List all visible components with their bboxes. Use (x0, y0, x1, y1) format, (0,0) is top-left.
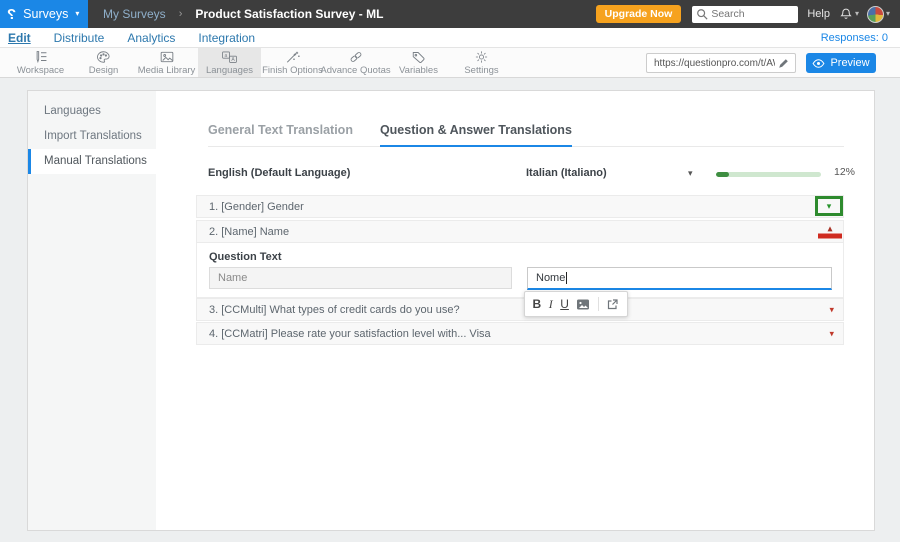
question-row-ccmatri[interactable]: 4. [CCMatri] Please rate your satisfacti… (196, 322, 844, 345)
collapse-marker[interactable]: ▴ (818, 223, 842, 238)
insert-image-button[interactable] (576, 298, 590, 311)
sidebar-item-manual-translations[interactable]: Manual Translations (28, 149, 156, 174)
text-cursor (566, 272, 568, 285)
ribbon-languages[interactable]: a A Languages (198, 48, 261, 77)
nav-edit[interactable]: Edit (8, 31, 31, 45)
notifications-menu[interactable]: ▾ (839, 7, 859, 21)
collapse-caret-icon: ▴ (827, 223, 833, 234)
translation-tabs: General Text Translation Question & Answ… (208, 123, 844, 147)
expand-caret-icon[interactable]: ▾ (829, 305, 834, 314)
target-language-select[interactable]: Italian (Italiano) (526, 167, 607, 179)
breadcrumb-my-surveys[interactable]: My Surveys (103, 7, 166, 21)
translations-card: Languages Import Translations Manual Tra… (27, 90, 875, 531)
bell-icon (840, 8, 852, 19)
toolbar-divider (597, 297, 599, 311)
advance-quotas-chain-icon (350, 51, 361, 62)
search-input[interactable] (711, 8, 795, 20)
questionpro-logo-icon: ? (7, 5, 17, 23)
bold-button[interactable]: B (533, 297, 542, 311)
source-language-label: English (Default Language) (208, 167, 351, 179)
nav-analytics[interactable]: Analytics (127, 31, 175, 45)
tab-question-answer-translations[interactable]: Question & Answer Translations (379, 123, 572, 147)
translation-progress-fill (716, 172, 729, 177)
search-icon (697, 9, 708, 20)
translation-text-value: Nome (536, 272, 566, 284)
insert-link-button[interactable] (606, 298, 619, 311)
questionpro-app: ? Surveys ▾ My Surveys › Product Satisfa… (0, 0, 900, 542)
question-row-label: 1. [Gender] Gender (209, 200, 304, 213)
page-title: Product Satisfaction Survey - ML (195, 7, 384, 21)
product-switcher-label: Surveys (23, 7, 69, 21)
expand-caret-icon[interactable]: ▾ (829, 329, 834, 338)
question-editor-panel: Question Text Name Nome (196, 243, 844, 298)
image-icon (577, 299, 590, 309)
account-menu[interactable]: ▾ (866, 5, 890, 23)
edit-url-pencil-icon[interactable] (778, 58, 795, 69)
variables-tag-icon (412, 51, 425, 63)
annotation-highlight-box: ▾ (815, 196, 843, 216)
question-row-label: 4. [CCMatri] Please rate your satisfacti… (209, 327, 491, 340)
chevron-down-icon: ▾ (854, 9, 859, 18)
ribbon-design[interactable]: Design (72, 48, 135, 77)
upgrade-now-button[interactable]: Upgrade Now (595, 5, 682, 23)
ribbon-finish-options[interactable]: Finish Options (261, 48, 324, 77)
sidebar-item-languages[interactable]: Languages (28, 99, 156, 124)
format-toolbar: B I U (524, 291, 628, 317)
eye-icon (812, 58, 825, 68)
translation-text-field[interactable]: Nome (527, 267, 832, 290)
workspace-icon (36, 50, 46, 63)
nav-distribute[interactable]: Distribute (54, 31, 105, 45)
expand-caret-icon[interactable]: ▾ (827, 201, 832, 211)
nav-integration[interactable]: Integration (198, 31, 255, 45)
product-switcher[interactable]: ? Surveys ▾ (0, 0, 88, 28)
question-row-label: 3. [CCMulti] What types of credit cards … (209, 303, 460, 316)
question-text-label: Question Text (209, 251, 282, 263)
design-palette-icon (97, 50, 110, 63)
source-text-field: Name (209, 267, 512, 289)
language-row: English (Default Language) Italian (Ital… (208, 163, 855, 185)
sidebar-item-import-translations[interactable]: Import Translations (28, 124, 156, 149)
translation-progress-bar (716, 172, 821, 177)
ribbon-media-library[interactable]: Media Library (135, 48, 198, 77)
italic-button[interactable]: I (549, 297, 553, 312)
settings-gear-icon (475, 50, 488, 63)
languages-icon: a A (222, 51, 237, 63)
survey-nav: Edit Distribute Analytics Integration Re… (0, 28, 900, 48)
question-row-name[interactable]: 2. [Name] Name ▴ (196, 220, 844, 243)
ribbon-workspace[interactable]: Workspace (9, 48, 72, 77)
chevron-down-icon: ▾ (885, 9, 890, 18)
translations-sidebar: Languages Import Translations Manual Tra… (28, 91, 156, 530)
question-list: 1. [Gender] Gender ▾ 2. [Name] Name ▴ Qu… (196, 195, 844, 455)
underline-button[interactable]: U (560, 297, 569, 311)
svg-text:a: a (224, 53, 227, 59)
question-row-ccmulti[interactable]: 3. [CCMulti] What types of credit cards … (196, 298, 844, 321)
media-library-icon (160, 51, 173, 62)
ribbon-settings[interactable]: Settings (450, 48, 513, 77)
breadcrumb-separator: › (178, 8, 183, 20)
ribbon-advance-quotas[interactable]: Advance Quotas (320, 48, 391, 77)
external-link-icon (608, 298, 619, 309)
tab-general-text-translation[interactable]: General Text Translation (208, 123, 353, 146)
question-row-gender[interactable]: 1. [Gender] Gender ▾ (196, 195, 844, 218)
edit-ribbon: Workspace Design Media Library a A Langu… (0, 48, 900, 78)
annotation-red-bar (818, 233, 842, 238)
ribbon-variables[interactable]: Variables (387, 48, 450, 77)
global-search[interactable] (692, 5, 799, 23)
survey-url-input[interactable] (647, 57, 778, 69)
responses-count[interactable]: Responses: 0 (821, 32, 888, 44)
avatar (866, 5, 884, 23)
question-row-label: 2. [Name] Name (209, 225, 290, 238)
finish-options-wand-icon (286, 51, 300, 63)
translations-content: General Text Translation Question & Answ… (156, 91, 874, 530)
survey-url-box[interactable] (646, 53, 796, 73)
translation-progress-percent: 12% (834, 166, 856, 178)
preview-button[interactable]: Preview (806, 53, 876, 73)
chevron-down-icon: ▾ (75, 9, 80, 18)
chevron-down-icon[interactable]: ▾ (688, 168, 693, 179)
top-bar: ? Surveys ▾ My Surveys › Product Satisfa… (0, 0, 900, 28)
help-link[interactable]: Help (807, 8, 830, 20)
